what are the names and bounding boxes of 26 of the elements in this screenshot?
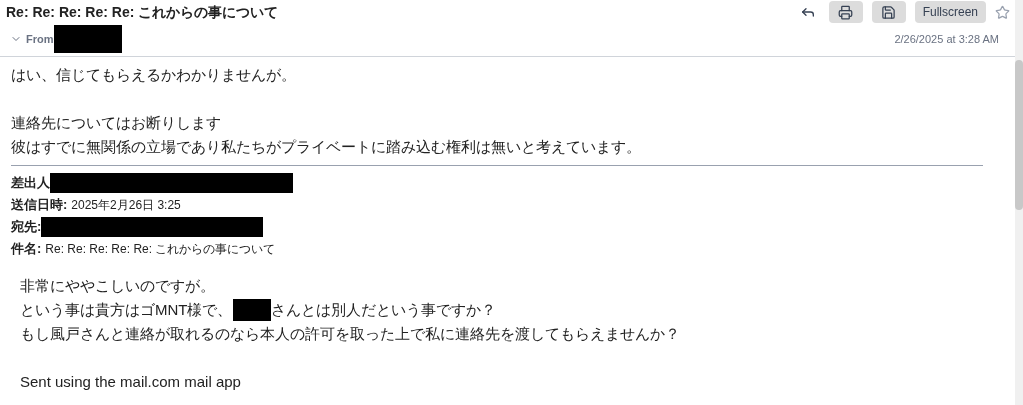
message-text: さんとは別人だという事ですか？ — [270, 299, 496, 320]
print-button[interactable] — [828, 1, 863, 23]
field-value: 2025年2月26日 3:25 — [71, 197, 181, 214]
star-icon — [995, 4, 1010, 20]
field-label: 送信日時: — [11, 196, 68, 215]
email-date: 2/26/2025 at 3:28 AM — [894, 31, 999, 47]
print-icon — [838, 4, 854, 20]
fullscreen-button[interactable]: Fullscreen — [914, 1, 986, 23]
message-text: もし風戸さんと連絡が取れるのなら本人の許可を取った上で私に連絡先を渡してもらえませんか？ — [20, 323, 680, 344]
message-text: Sent using the mail.com mail app — [20, 371, 241, 392]
message-text: 連絡先についてはお断りします — [11, 112, 221, 133]
field-label: 宛先: — [11, 218, 42, 237]
email-subject: Re: Re: Re: Re: Re: これからの事について — [6, 2, 279, 22]
scrollbar[interactable] — [1015, 0, 1023, 405]
redaction-box — [232, 299, 271, 321]
message-text: 彼はすでに無関係の立場であり私たちがプライベートに踏み込む権利は無いと考えています。 — [11, 136, 641, 157]
message-text: 非常にややこしいのですが。 — [20, 275, 215, 296]
save-button[interactable] — [871, 1, 906, 23]
field-label: 件名: — [11, 240, 42, 259]
message-text: という事は貴方はゴMNT様で、 — [20, 299, 233, 320]
from-toggle[interactable]: From — [6, 30, 54, 48]
redaction-box — [53, 25, 122, 53]
field-value: Re: Re: Re: Re: Re: これからの事について — [45, 241, 276, 258]
save-icon — [881, 4, 897, 20]
field-label: 差出人 — [11, 174, 50, 193]
message-text: はい、信じてもらえるかわかりませんが。 — [11, 64, 296, 85]
